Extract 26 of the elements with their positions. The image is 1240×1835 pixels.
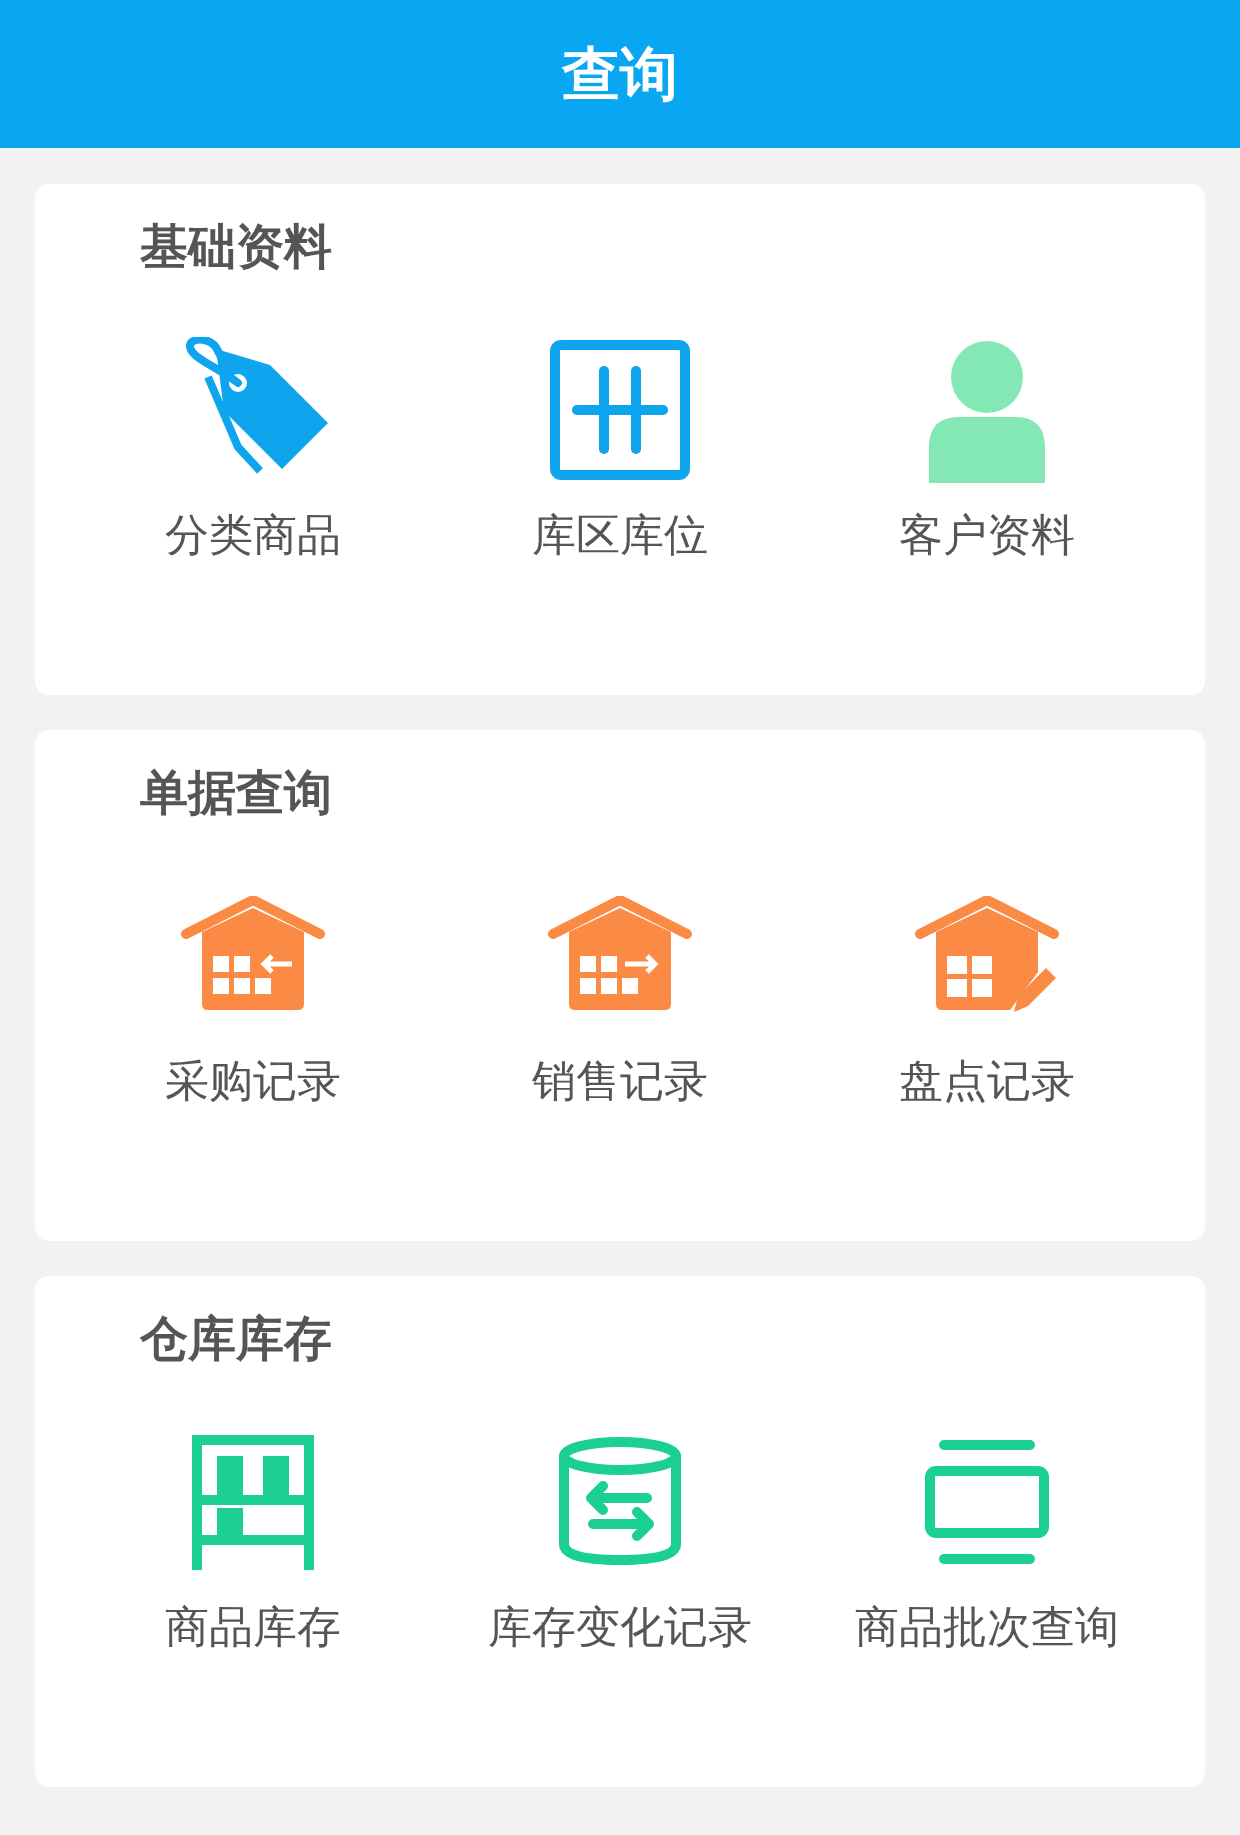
menu-item-label: 库存变化记录 bbox=[488, 1605, 752, 1649]
menu-item[interactable]: 盘点记录 bbox=[899, 881, 1076, 1103]
menu-item-label: 商品库存 bbox=[164, 1605, 341, 1649]
grid-icon bbox=[547, 337, 693, 483]
menu-item[interactable]: 商品库存 bbox=[164, 1427, 341, 1649]
shelf-icon bbox=[190, 1434, 315, 1570]
section-title: 基础资料 bbox=[140, 222, 332, 270]
menu-item-label: 盘点记录 bbox=[899, 1059, 1076, 1103]
page-title: 查询 bbox=[562, 45, 678, 103]
menu-item[interactable]: 采购记录 bbox=[164, 881, 341, 1103]
menu-item-label: 商品批次查询 bbox=[855, 1605, 1120, 1649]
menu-item[interactable]: 库存变化记录 bbox=[488, 1427, 752, 1649]
menu-item-label: 采购记录 bbox=[164, 1059, 341, 1103]
layers-icon bbox=[924, 1439, 1051, 1565]
menu-item[interactable]: 库区库位 bbox=[532, 335, 708, 557]
menu-item[interactable]: 分类商品 bbox=[164, 335, 341, 557]
section-title: 单据查询 bbox=[140, 768, 332, 816]
section-title: 仓库库存 bbox=[140, 1314, 332, 1362]
menu-item[interactable]: 商品批次查询 bbox=[855, 1427, 1120, 1649]
menu-item[interactable]: 客户资料 bbox=[899, 335, 1076, 557]
menu-item-label: 销售记录 bbox=[532, 1059, 708, 1103]
menu-item[interactable]: 销售记录 bbox=[532, 881, 708, 1103]
database-exchange-icon bbox=[557, 1436, 683, 1568]
menu-item-label: 库区库位 bbox=[532, 513, 708, 557]
menu-item-label: 分类商品 bbox=[164, 513, 341, 557]
menu-item-label: 客户资料 bbox=[899, 513, 1076, 557]
